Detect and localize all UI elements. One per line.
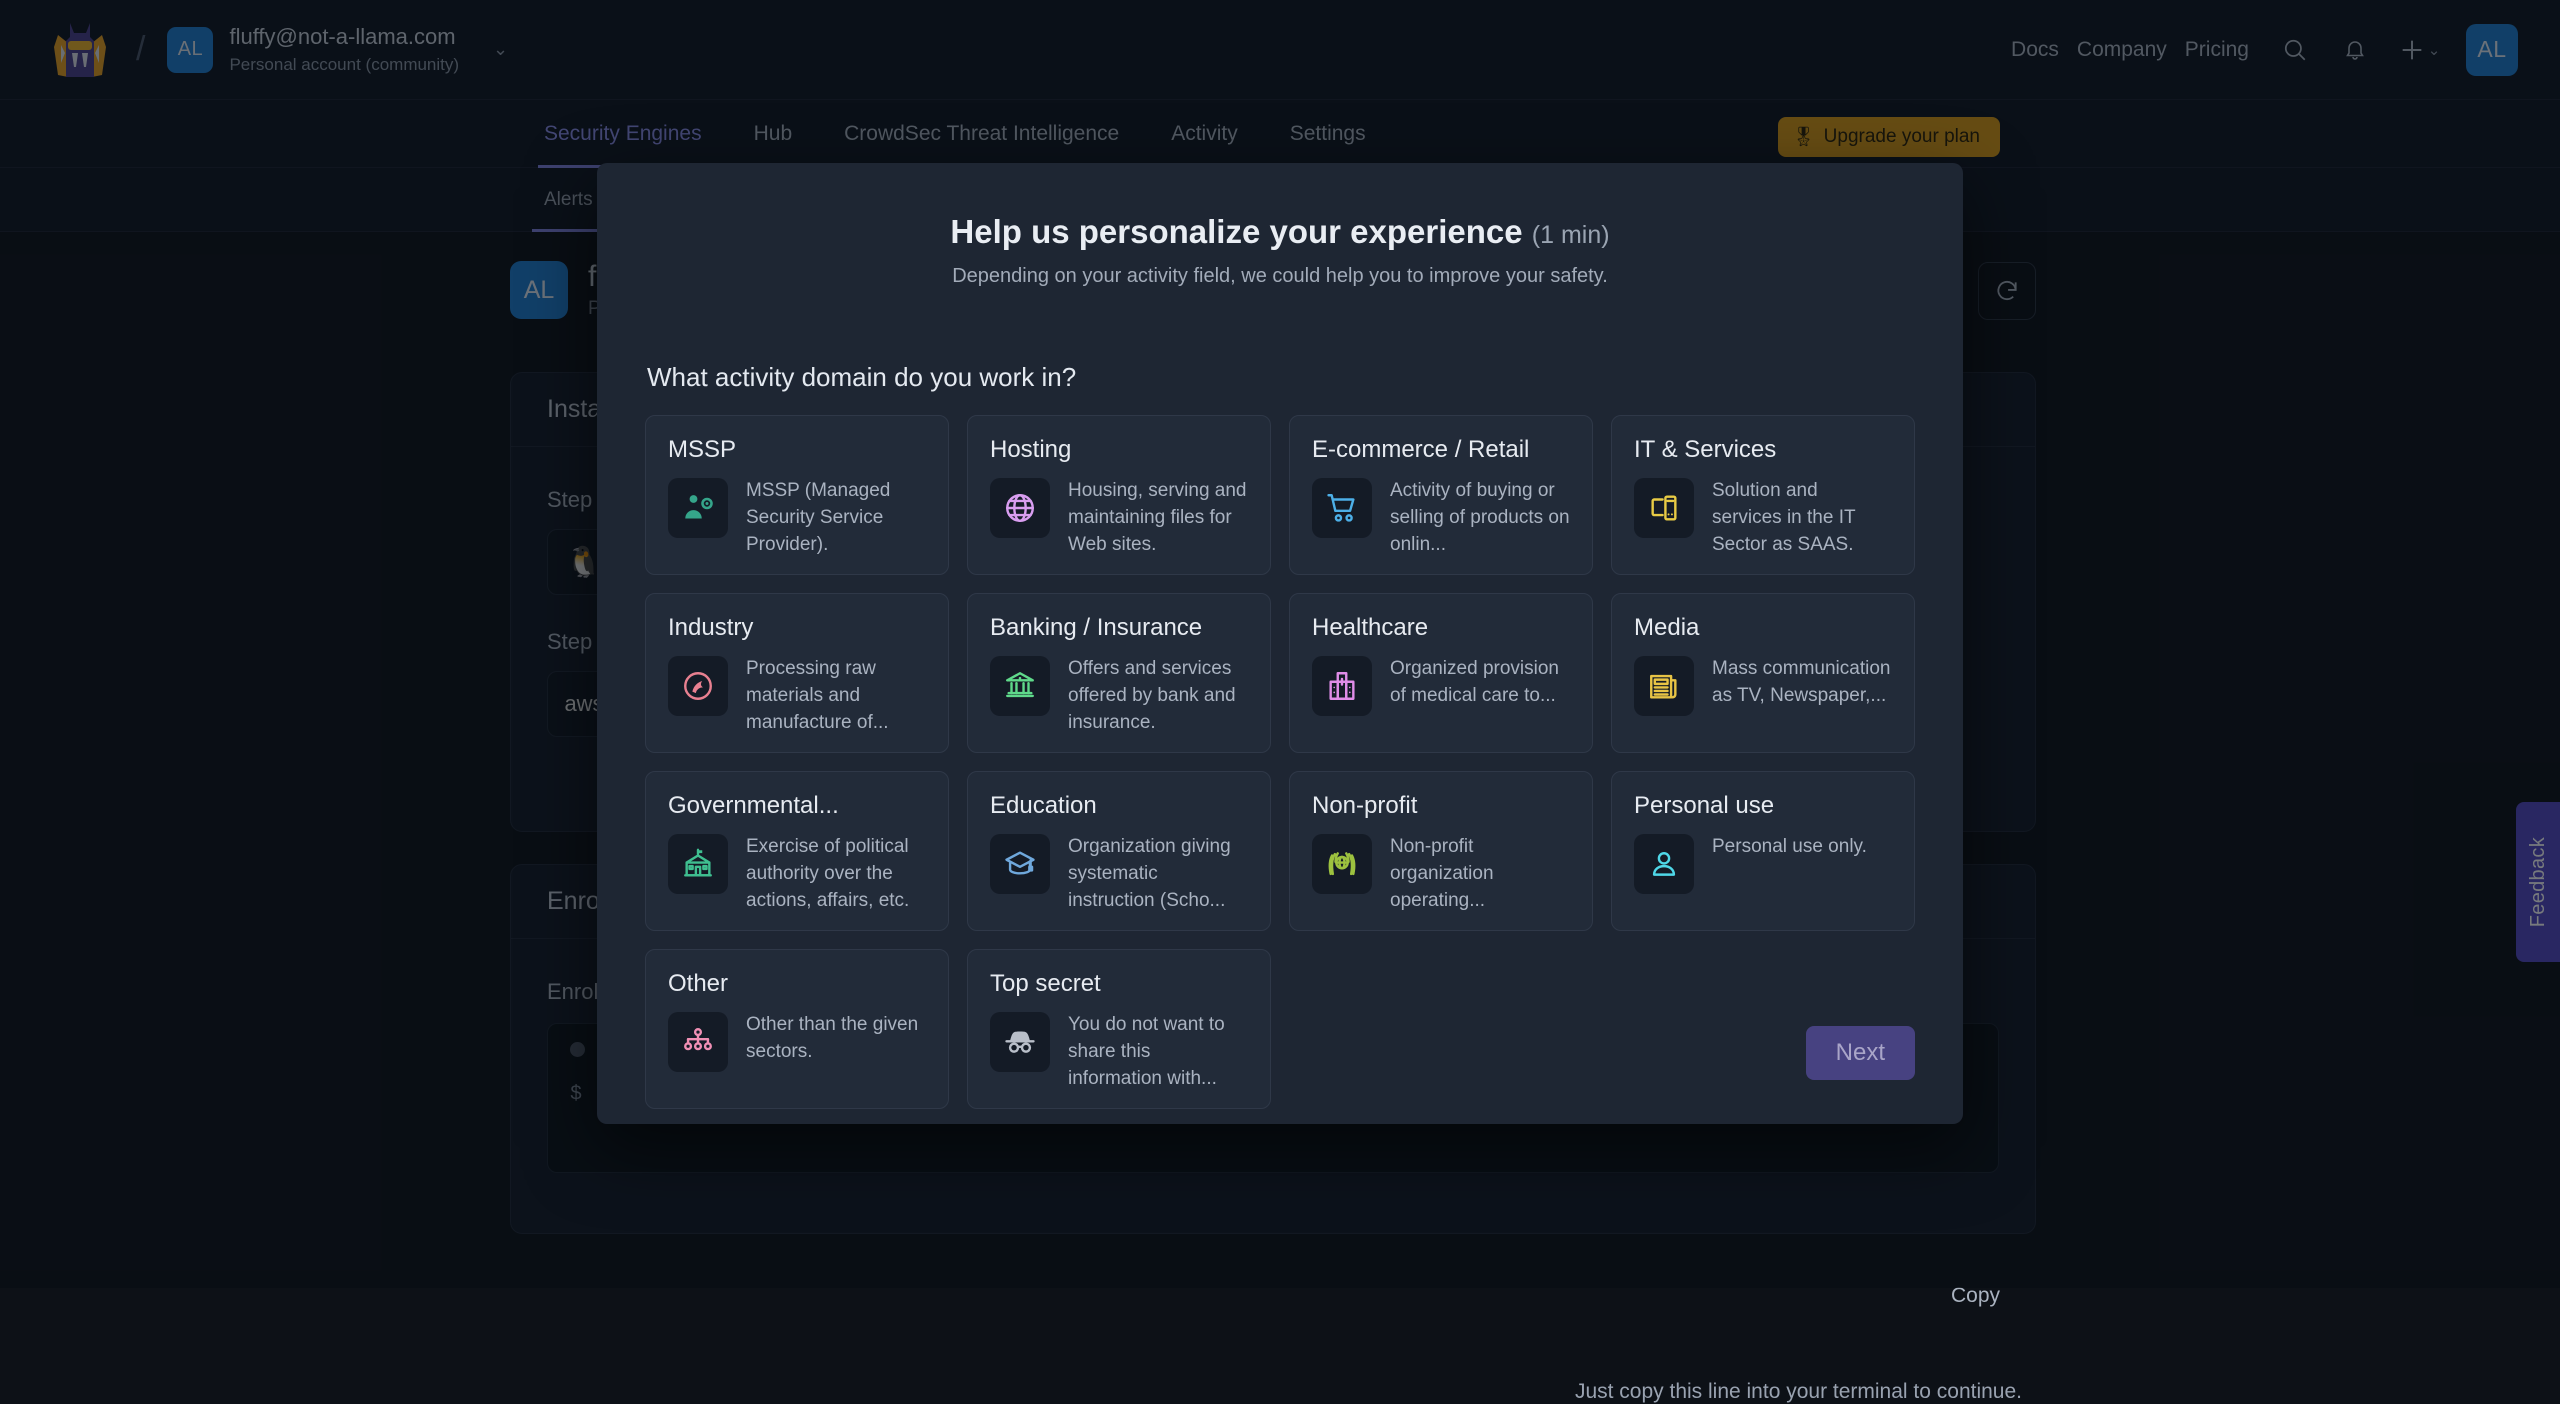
graduation-cap-icon [990, 834, 1050, 894]
activity-option-description: Exercise of political authority over the… [746, 834, 926, 915]
activity-option-description: Mass communication as TV, Newspaper,... [1712, 656, 1892, 710]
activity-option-card[interactable]: Education Organization giving systematic … [967, 771, 1271, 931]
org-chart-icon [668, 1012, 728, 1072]
globe-icon [990, 478, 1050, 538]
shopping-cart-icon [1312, 478, 1372, 538]
bank-building-icon [990, 656, 1050, 716]
terminal-hint-text: Just copy this line into your terminal t… [1575, 1380, 2022, 1404]
government-building-icon [668, 834, 728, 894]
activity-option-title: MSSP [668, 436, 926, 464]
activity-option-title: Banking / Insurance [990, 614, 1248, 642]
activity-option-description: Organized provision of medical care to..… [1390, 656, 1570, 710]
modal-title-text: Help us personalize your experience [950, 213, 1522, 250]
activity-option-description: You do not want to share this informatio… [1068, 1012, 1248, 1093]
modal-subtitle: Depending on your activity field, we cou… [645, 265, 1915, 288]
activity-option-title: Top secret [990, 970, 1248, 998]
hospital-icon [1312, 656, 1372, 716]
activity-option-description: Organization giving systematic instructi… [1068, 834, 1248, 915]
activity-option-card[interactable]: Other Other than the given sectors. [645, 949, 949, 1109]
activity-option-title: Media [1634, 614, 1892, 642]
user-icon [1634, 834, 1694, 894]
modal-duration: (1 min) [1532, 221, 1610, 249]
activity-option-title: Hosting [990, 436, 1248, 464]
activity-option-card[interactable]: Non-profit Non-profit organization operat… [1289, 771, 1593, 931]
activity-option-title: Non-profit [1312, 792, 1570, 820]
activity-option-title: Other [668, 970, 926, 998]
activity-option-card[interactable]: Hosting Housing, serving and maintaining … [967, 415, 1271, 575]
activity-option-title: Healthcare [1312, 614, 1570, 642]
incognito-icon [990, 1012, 1050, 1072]
activity-option-title: Education [990, 792, 1248, 820]
activity-option-description: Personal use only. [1712, 834, 1867, 861]
activity-option-card[interactable]: MSSP MSSP (Managed Security Service Provi… [645, 415, 949, 575]
activity-option-title: Industry [668, 614, 926, 642]
activity-option-title: IT & Services [1634, 436, 1892, 464]
server-tower-icon [1634, 478, 1694, 538]
activity-option-description: Non-profit organization operating... [1390, 834, 1570, 915]
activity-option-card[interactable]: Healthcare Organized provision of medical… [1289, 593, 1593, 753]
activity-option-description: Solution and services in the IT Sector a… [1712, 478, 1892, 559]
activity-option-description: Housing, serving and maintaining files f… [1068, 478, 1248, 559]
activity-option-card[interactable]: Industry Processing raw materials and man… [645, 593, 949, 753]
activity-option-card[interactable]: IT & Services Solution and services in th… [1611, 415, 1915, 575]
activity-option-description: Other than the given sectors. [746, 1012, 926, 1066]
activity-option-card[interactable]: Media Mass communication as TV, Newspaper… [1611, 593, 1915, 753]
newspaper-icon [1634, 656, 1694, 716]
activity-option-card[interactable]: Top secret You do not want to share this … [967, 949, 1271, 1109]
activity-option-card[interactable]: Personal use Personal use only. [1611, 771, 1915, 931]
modal-question: What activity domain do you work in? [647, 362, 1915, 393]
activity-option-description: Activity of buying or selling of product… [1390, 478, 1570, 559]
activity-option-card[interactable]: Banking / Insurance Offers and services o… [967, 593, 1271, 753]
activity-option-description: Processing raw materials and manufacture… [746, 656, 926, 737]
activity-option-title: E-commerce / Retail [1312, 436, 1570, 464]
next-button[interactable]: Next [1806, 1026, 1915, 1080]
activity-option-title: Personal use [1634, 792, 1892, 820]
activity-option-description: Offers and services offered by bank and … [1068, 656, 1248, 737]
activity-option-card[interactable]: E-commerce / Retail Activity of buying or… [1289, 415, 1593, 575]
modal-title: Help us personalize your experience (1 m… [645, 213, 1915, 251]
mssp-agent-icon [668, 478, 728, 538]
activity-domain-options-grid: MSSP MSSP (Managed Security Service Provi… [645, 415, 1915, 1109]
activity-option-description: MSSP (Managed Security Service Provider)… [746, 478, 926, 559]
personalization-modal: Help us personalize your experience (1 m… [597, 163, 1963, 1124]
hands-globe-icon [1312, 834, 1372, 894]
activity-option-card[interactable]: Governmental... Exercise of political aut… [645, 771, 949, 931]
activity-option-title: Governmental... [668, 792, 926, 820]
industry-worker-icon [668, 656, 728, 716]
